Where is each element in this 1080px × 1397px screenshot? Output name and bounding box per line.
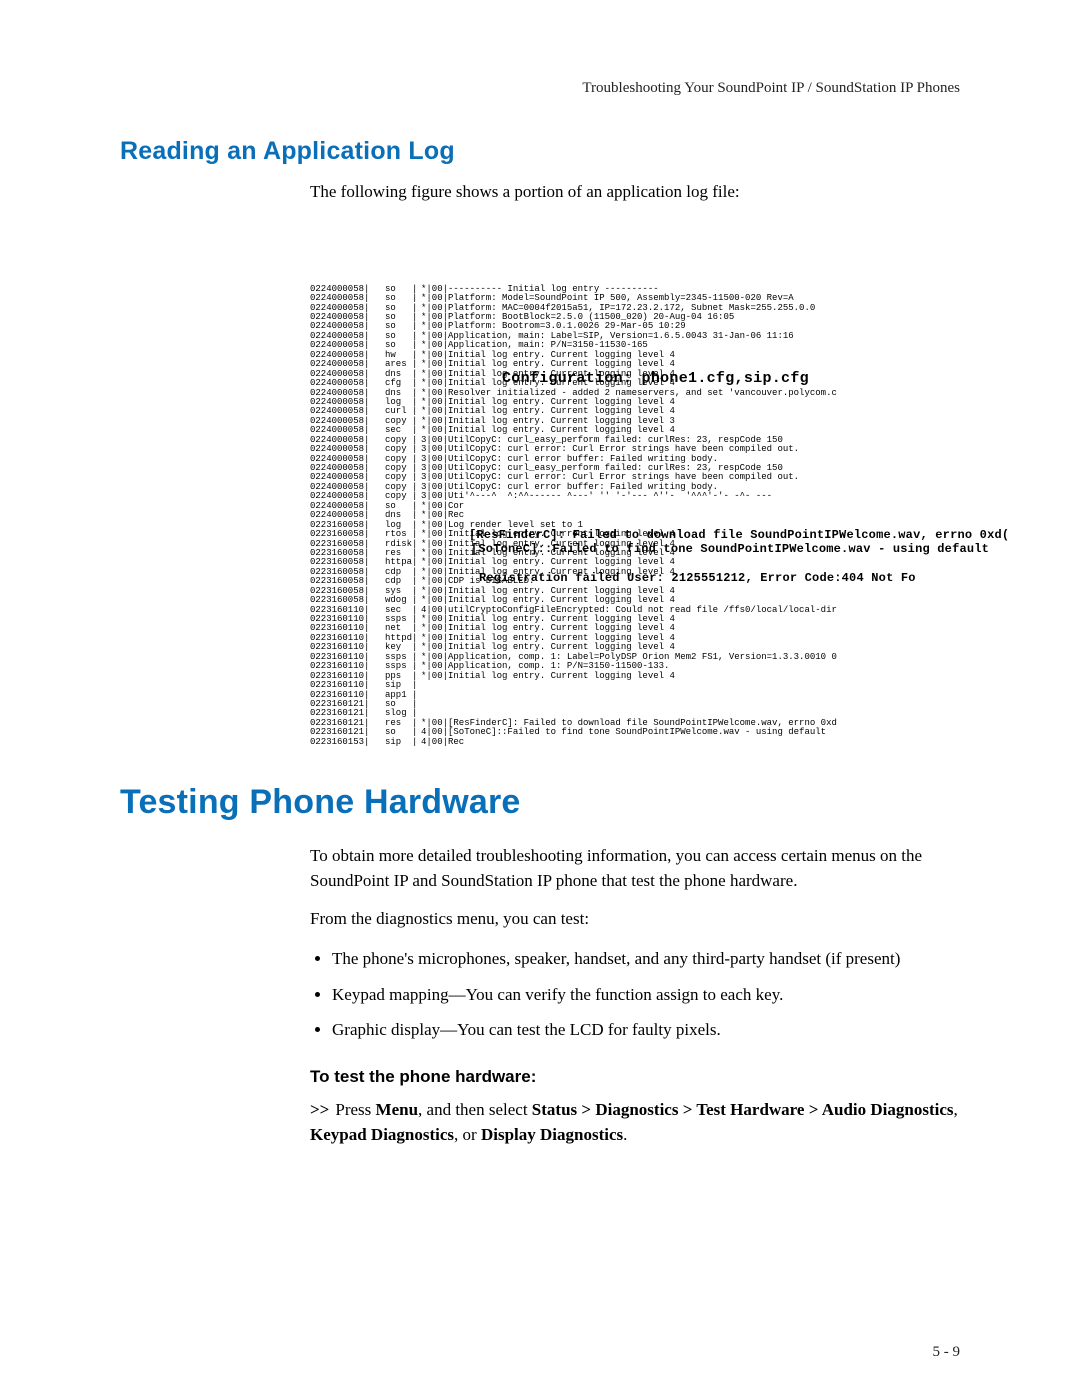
reading-log-intro: The following figure shows a portion of … <box>310 180 960 205</box>
step-path: Status > Diagnostics > Test Hardware > A… <box>532 1100 954 1119</box>
testing-hardware-p2: From the diagnostics menu, you can test: <box>310 907 960 932</box>
diagnostics-item-display: Graphic display—You can test the LCD for… <box>332 1017 960 1043</box>
step-text-3: , <box>954 1100 958 1119</box>
diagnostics-item-microphones: The phone's microphones, speaker, handse… <box>332 946 960 972</box>
log-message: 4|00|[SoToneC]::Failed to find tone Soun… <box>421 728 826 737</box>
log-module: sip | <box>385 738 421 747</box>
log-annotation-resfinder: [ResFinderC]: Failed to download file So… <box>469 529 1009 542</box>
step-display: Display Diagnostics <box>481 1125 623 1144</box>
log-line: 0223160153|sip |4|00|Rec <box>310 738 960 747</box>
page-footer: 5 - 9 <box>933 1344 961 1361</box>
step-text-1: Press <box>335 1100 375 1119</box>
step-text-2: , and then select <box>418 1100 532 1119</box>
log-message: 3|00|Uti'^---^ ^:^^------ ^---' '' '-'--… <box>421 492 772 501</box>
step-menu: Menu <box>376 1100 419 1119</box>
step-arrow: >> <box>310 1100 329 1119</box>
log-message: *|00|Initial log entry. Current logging … <box>421 672 675 681</box>
test-hardware-subhead: To test the phone hardware: <box>310 1067 960 1087</box>
log-message: 4|00|Rec <box>421 738 464 747</box>
testing-hardware-p1: To obtain more detailed troubleshooting … <box>310 844 960 893</box>
document-page: Troubleshooting Your SoundPoint IP / Sou… <box>0 0 1080 1397</box>
step-text-5: . <box>623 1125 627 1144</box>
log-annotation-registration: Registration failed User: 2125551212, Er… <box>479 572 916 585</box>
application-log-figure: Configuration: phone1.cfg,sip.cfg [ResFi… <box>310 219 960 748</box>
diagnostics-list: The phone's microphones, speaker, handse… <box>310 946 960 1043</box>
log-timestamp: 0223160153| <box>310 738 385 747</box>
log-annotation-sotone: [SoToneC]::Failed to find tone SoundPoin… <box>471 543 989 556</box>
step-text-4: , or <box>454 1125 481 1144</box>
log-annotation-config: Configuration: phone1.cfg,sip.cfg <box>502 371 809 387</box>
section-reading-log-title: Reading an Application Log <box>120 137 960 166</box>
step-keypad: Keypad Diagnostics <box>310 1125 454 1144</box>
diagnostics-item-keypad: Keypad mapping—You can verify the functi… <box>332 982 960 1008</box>
section-testing-hardware-title: Testing Phone Hardware <box>120 783 960 822</box>
test-hardware-step: >> Press Menu, and then select Status > D… <box>310 1097 960 1148</box>
page-header: Troubleshooting Your SoundPoint IP / Sou… <box>120 80 960 97</box>
